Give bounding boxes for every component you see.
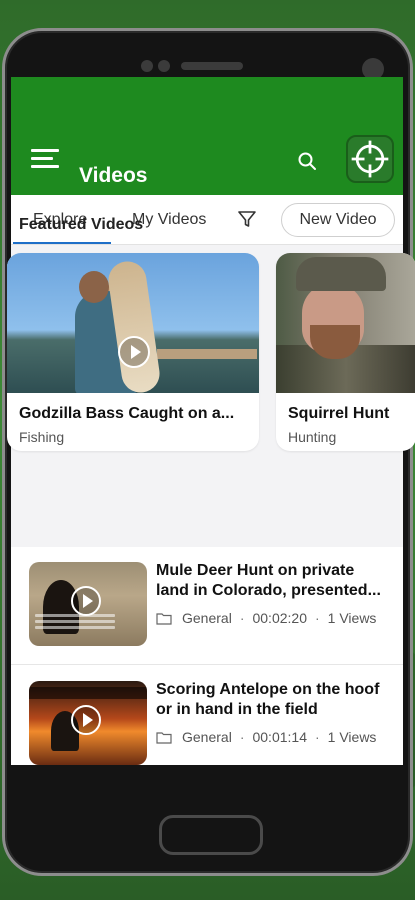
hamburger-menu-icon[interactable] bbox=[31, 149, 59, 169]
video-list: Mule Deer Hunt on private land in Colora… bbox=[11, 547, 403, 765]
video-title: Scoring Antelope on the hoof or in hand … bbox=[156, 680, 396, 720]
video-title-line1: Scoring Antelope on the hoof bbox=[156, 681, 380, 698]
video-duration: 00:01:14 bbox=[252, 729, 307, 745]
video-title-line1: Mule Deer Hunt on private bbox=[156, 562, 355, 579]
speaker-grille bbox=[181, 62, 243, 70]
search-icon[interactable] bbox=[297, 151, 317, 171]
crosshair-logo-icon[interactable] bbox=[346, 135, 394, 183]
video-thumbnail[interactable] bbox=[276, 253, 415, 393]
filter-icon[interactable] bbox=[237, 209, 257, 229]
video-thumbnail[interactable] bbox=[29, 562, 147, 646]
video-thumbnail[interactable] bbox=[29, 681, 147, 765]
folder-icon bbox=[156, 612, 172, 625]
folder-icon bbox=[156, 731, 172, 744]
speaker-dots bbox=[141, 60, 170, 72]
video-title: Godzilla Bass Caught on a... bbox=[19, 405, 235, 422]
play-icon[interactable] bbox=[71, 705, 101, 735]
video-category: Fishing bbox=[19, 429, 65, 445]
page-title: Videos bbox=[79, 164, 148, 187]
list-item[interactable]: Mule Deer Hunt on private land in Colora… bbox=[11, 547, 403, 665]
active-tab-indicator bbox=[13, 242, 111, 244]
video-views: 1 Views bbox=[327, 610, 377, 626]
video-duration: 00:02:20 bbox=[252, 610, 307, 626]
play-icon[interactable] bbox=[118, 336, 150, 368]
app-bar: Videos bbox=[11, 77, 403, 195]
video-folder: General bbox=[182, 610, 232, 626]
home-button[interactable] bbox=[159, 815, 263, 855]
list-item[interactable]: Scoring Antelope on the hoof or in hand … bbox=[11, 666, 403, 765]
featured-card[interactable]: Godzilla Bass Caught on a... Fishing bbox=[7, 253, 259, 451]
new-video-button[interactable]: New Video bbox=[281, 203, 395, 237]
video-meta: General · 00:01:14 · 1 Views bbox=[156, 729, 376, 745]
video-thumbnail[interactable] bbox=[7, 253, 259, 393]
video-category: Hunting bbox=[288, 429, 337, 445]
featured-carousel[interactable]: Godzilla Bass Caught on a... Fishing Squ… bbox=[7, 253, 415, 453]
video-folder: General bbox=[182, 729, 232, 745]
play-icon[interactable] bbox=[71, 586, 101, 616]
video-title-line2: land in Colorado, presented... bbox=[156, 582, 381, 599]
featured-card[interactable]: Squirrel Hunt Hunting bbox=[276, 253, 415, 451]
video-views: 1 Views bbox=[327, 729, 377, 745]
video-title: Squirrel Hunt bbox=[288, 405, 390, 422]
video-title-line2: or in hand in the field bbox=[156, 701, 318, 718]
video-meta: General · 00:02:20 · 1 Views bbox=[156, 610, 376, 626]
featured-videos-heading: Featured Videos bbox=[19, 216, 144, 233]
video-title: Mule Deer Hunt on private land in Colora… bbox=[156, 561, 396, 601]
